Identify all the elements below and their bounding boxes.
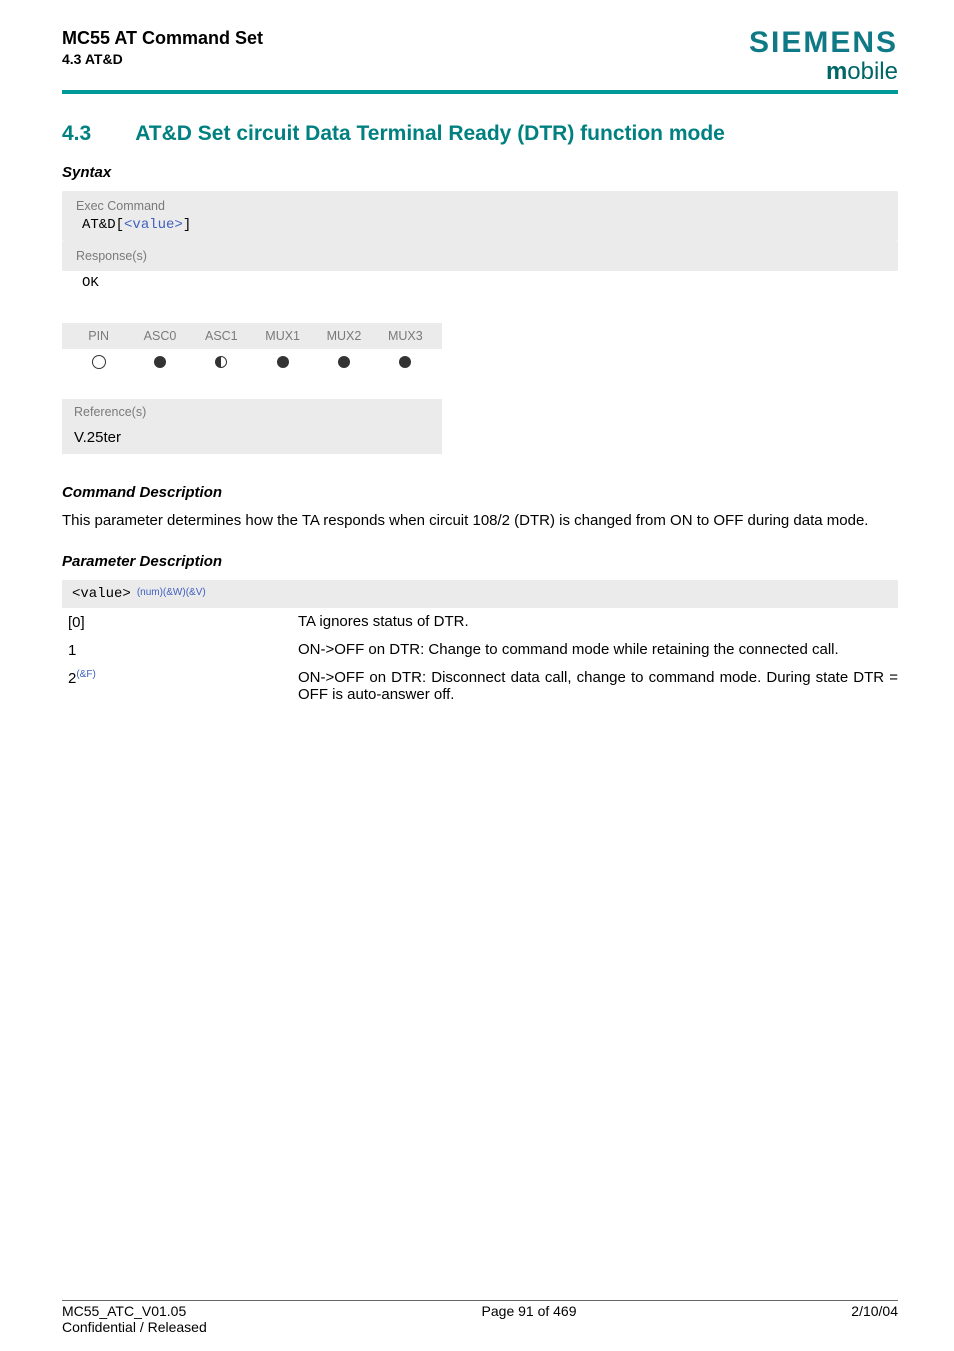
col-pin: PIN (68, 329, 129, 343)
dot-asc1-icon (215, 356, 227, 368)
header-left: MC55 AT Command Set 4.3 AT&D (62, 28, 263, 67)
footer-page: Page 91 of 469 (207, 1303, 852, 1335)
param-key: [0] (68, 613, 298, 631)
page: MC55 AT Command Set 4.3 AT&D SIEMENS mob… (0, 0, 954, 1351)
header-right: SIEMENS mobile (749, 28, 898, 84)
response-block: Response(s) OK (62, 241, 898, 301)
parameter-header: <value> (num)(&W)(&V) (62, 580, 898, 608)
command-description-heading: Command Description (62, 484, 898, 501)
exec-cmd-param: <value> (124, 217, 183, 233)
param-desc: TA ignores status of DTR. (298, 613, 898, 630)
exec-cmd-open: [ (116, 217, 124, 233)
exec-command: AT&D[<value>] (76, 217, 888, 233)
param-key-text: [0] (68, 614, 85, 631)
dot-mux2-icon (338, 356, 350, 368)
footer-confidential: Confidential / Released (62, 1319, 207, 1335)
col-mux2: MUX2 (313, 329, 374, 343)
parameter-description-heading: Parameter Description (62, 553, 898, 570)
section-heading: AT&D Set circuit Data Terminal Ready (DT… (135, 122, 898, 146)
page-header: MC55 AT Command Set 4.3 AT&D SIEMENS mob… (62, 28, 898, 84)
header-rule (62, 90, 898, 94)
table-row: 2(&F) ON->OFF on DTR: Disconnect data ca… (62, 664, 898, 708)
brand-sub-m: m (826, 58, 847, 85)
section-number: 4.3 (62, 122, 91, 146)
dot-mux3-icon (399, 356, 411, 368)
exec-command-box: Exec Command AT&D[<value>] (62, 191, 898, 241)
param-key: 1 (68, 641, 298, 659)
exec-cmd-prefix: AT&D (82, 217, 116, 233)
response-body: OK (62, 271, 898, 301)
col-mux1: MUX1 (252, 329, 313, 343)
footer-date: 2/10/04 (851, 1303, 898, 1335)
param-key: 2(&F) (68, 669, 298, 687)
breadcrumb: 4.3 AT&D (62, 51, 263, 67)
interface-table-header: PIN ASC0 ASC1 MUX1 MUX2 MUX3 (62, 323, 442, 349)
dot-asc0-icon (154, 356, 166, 368)
table-row: [0] TA ignores status of DTR. (62, 608, 898, 636)
table-row: 1 ON->OFF on DTR: Change to command mode… (62, 636, 898, 664)
footer-left: MC55_ATC_V01.05 Confidential / Released (62, 1303, 207, 1335)
reference-value: V.25ter (62, 425, 442, 454)
exec-label: Exec Command (76, 199, 888, 213)
parameter-tags: (num)(&W)(&V) (137, 587, 206, 598)
col-mux3: MUX3 (375, 329, 436, 343)
dot-mux1-icon (277, 356, 289, 368)
doc-title: MC55 AT Command Set (62, 28, 263, 49)
response-label: Response(s) (62, 241, 898, 271)
parameter-table: [0] TA ignores status of DTR. 1 ON->OFF … (62, 608, 898, 708)
param-desc: ON->OFF on DTR: Disconnect data call, ch… (298, 669, 898, 703)
param-desc: ON->OFF on DTR: Change to command mode w… (298, 641, 898, 658)
brand-logo: SIEMENS (749, 28, 898, 58)
brand-sub-rest: obile (847, 58, 898, 85)
interface-table: PIN ASC0 ASC1 MUX1 MUX2 MUX3 (62, 323, 442, 379)
section-title: 4.3 AT&D Set circuit Data Terminal Ready… (62, 122, 898, 146)
parameter-name: <value> (72, 586, 131, 602)
page-footer: MC55_ATC_V01.05 Confidential / Released … (62, 1303, 898, 1335)
syntax-heading: Syntax (62, 164, 898, 181)
reference-box: Reference(s) V.25ter (62, 399, 442, 454)
brand-subtext: mobile (749, 60, 898, 84)
footer-version: MC55_ATC_V01.05 (62, 1303, 207, 1319)
exec-cmd-close: ] (183, 217, 191, 233)
exec-block: Exec Command AT&D[<value>] Response(s) O… (62, 191, 898, 301)
footer-rule (62, 1300, 898, 1301)
param-key-sup: (&F) (76, 669, 95, 680)
dot-pin-icon (92, 355, 106, 369)
reference-label: Reference(s) (62, 399, 442, 425)
interface-table-values (62, 349, 442, 379)
param-key-text: 1 (68, 642, 76, 659)
col-asc0: ASC0 (129, 329, 190, 343)
col-asc1: ASC1 (191, 329, 252, 343)
command-description-text: This parameter determines how the TA res… (62, 511, 898, 531)
